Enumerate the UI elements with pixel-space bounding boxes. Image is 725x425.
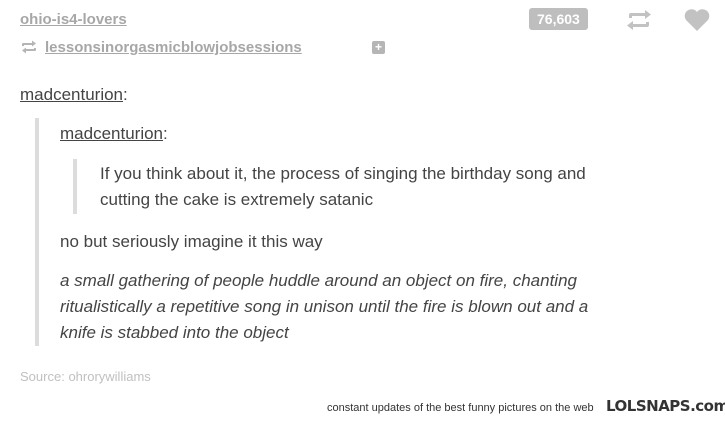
source-label: Source: bbox=[20, 369, 65, 384]
plus-icon[interactable]: + bbox=[372, 41, 385, 54]
reblog-small-icon bbox=[20, 40, 38, 59]
inner-quote-bar bbox=[73, 159, 77, 214]
quoted-text-line-1: If you think about it, the process of si… bbox=[100, 164, 586, 183]
footer-tagline: constant updates of the best funny pictu… bbox=[327, 402, 594, 414]
outer-user-link[interactable]: madcenturion bbox=[20, 85, 123, 104]
source-line: Source: ohrorywilliams bbox=[20, 369, 151, 384]
quoted-text-line-2: cutting the cake is extremely satanic bbox=[100, 190, 374, 209]
outer-quote-bar bbox=[35, 118, 39, 346]
reblog-icon[interactable] bbox=[625, 9, 653, 36]
heart-icon[interactable] bbox=[683, 8, 711, 37]
inner-user-link[interactable]: madcenturion bbox=[60, 124, 163, 143]
italic-line-1: a small gathering of people huddle aroun… bbox=[60, 271, 577, 290]
outer-username: madcenturion: bbox=[20, 85, 128, 104]
reblogged-from-link[interactable]: lessonsinorgasmicblowjobsessions bbox=[45, 39, 302, 56]
footer-brand-logo: LOLSNAPS.com bbox=[606, 397, 725, 415]
note-count-badge[interactable]: 76,603 bbox=[529, 8, 588, 30]
source-link[interactable]: ohrorywilliams bbox=[68, 369, 150, 384]
italic-line-3: knife is stabbed into the object bbox=[60, 323, 289, 342]
inner-username: madcenturion: bbox=[60, 124, 168, 143]
reply-text: no but seriously imagine it this way bbox=[60, 232, 323, 251]
blog-name-link[interactable]: ohio-is4-lovers bbox=[20, 11, 127, 28]
italic-line-2: ritualistically a repetitive song in uni… bbox=[60, 297, 589, 316]
